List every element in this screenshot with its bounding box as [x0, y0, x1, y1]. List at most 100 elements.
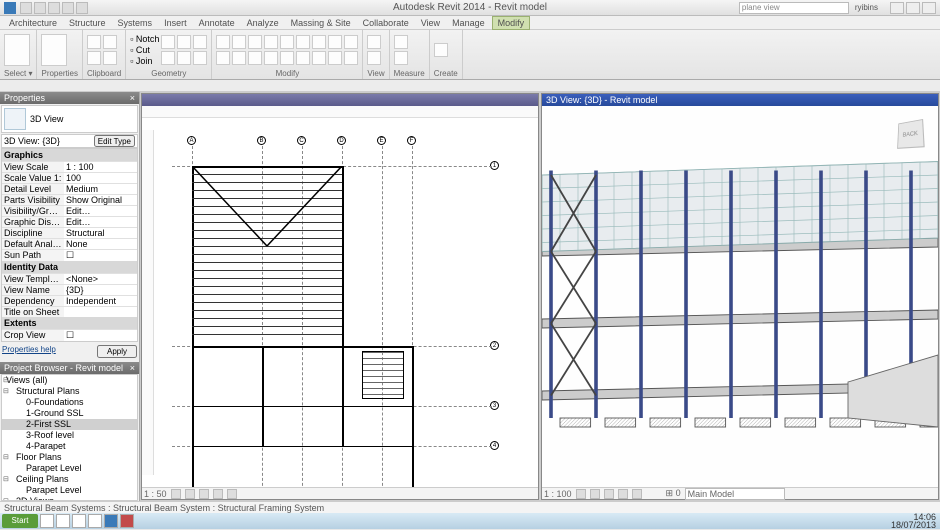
shadows-icon[interactable] [213, 489, 223, 499]
ribbon-button[interactable] [161, 35, 175, 49]
ribbon-tab-analyze[interactable]: Analyze [242, 17, 284, 29]
ribbon-tab-insert[interactable]: Insert [159, 17, 192, 29]
taskbar-app-icon[interactable] [72, 514, 86, 528]
ribbon-button[interactable] [367, 51, 381, 65]
view-cube[interactable]: BACK [888, 112, 932, 156]
prop-row[interactable]: View Name{3D} [2, 284, 137, 295]
detail-level-icon[interactable] [171, 489, 181, 499]
ribbon-tab-collaborate[interactable]: Collaborate [358, 17, 414, 29]
ribbon-button[interactable] [264, 51, 278, 65]
3d-canvas[interactable]: BACK [542, 106, 938, 487]
ribbon-button[interactable] [87, 35, 101, 49]
3d-scale[interactable]: 1 : 100 [544, 489, 572, 499]
ribbon-button[interactable] [328, 35, 342, 49]
prop-row[interactable]: Default Analysis Displa…None [2, 238, 137, 249]
tree-node[interactable]: Floor Plans [2, 452, 137, 463]
ribbon-button[interactable] [280, 35, 294, 49]
prop-row[interactable]: Visibility/Graphics Over…Edit… [2, 205, 137, 216]
ribbon-tab-modify[interactable]: Modify [492, 16, 531, 30]
tree-node[interactable]: 4-Parapet [2, 441, 137, 452]
browser-close-icon[interactable]: × [130, 363, 135, 373]
worksets-icon[interactable]: ⊞ 0 [666, 488, 681, 499]
prop-section[interactable]: Identity Data [2, 261, 137, 273]
close-icon[interactable] [922, 2, 936, 14]
ribbon-button[interactable] [394, 35, 408, 49]
taskbar-app-icon[interactable] [40, 514, 54, 528]
plan-view-control-bar[interactable]: 1 : 50 [142, 487, 538, 499]
ribbon-button[interactable] [216, 51, 230, 65]
properties-header[interactable]: Properties × [0, 92, 139, 104]
prop-row[interactable]: Detail LevelMedium [2, 183, 137, 194]
tree-node[interactable]: Views (all) [2, 375, 137, 386]
visual-style-icon[interactable] [590, 489, 600, 499]
ribbon-button[interactable] [434, 43, 448, 57]
3d-view-control-bar[interactable]: 1 : 100 ⊞ 0 Main Model [542, 487, 938, 499]
ribbon-button[interactable] [296, 51, 310, 65]
taskbar-app-icon[interactable] [56, 514, 70, 528]
plan-scale[interactable]: 1 : 50 [144, 489, 167, 499]
ribbon-button-join[interactable]: ▫ Join [130, 56, 159, 66]
crop-icon[interactable] [227, 489, 237, 499]
ribbon-button[interactable] [103, 35, 117, 49]
sun-path-icon[interactable] [199, 489, 209, 499]
prop-section[interactable]: Graphics [2, 149, 137, 161]
tree-node[interactable]: 2-First SSL [2, 419, 137, 430]
ribbon-button[interactable] [193, 35, 207, 49]
app-logo-icon[interactable] [4, 2, 16, 14]
taskbar-app-icon[interactable] [120, 514, 134, 528]
prop-row[interactable]: View Scale1 : 100 [2, 161, 137, 172]
tree-node[interactable]: Parapet Level [2, 463, 137, 474]
ribbon-button[interactable] [394, 51, 408, 65]
prop-row[interactable]: View Template<None> [2, 273, 137, 284]
edit-type-button[interactable]: Edit Type [94, 135, 135, 147]
qat-undo-icon[interactable] [48, 2, 60, 14]
ribbon-button[interactable] [312, 51, 326, 65]
ribbon-button-notch[interactable]: ▫ Notch [130, 34, 159, 44]
ribbon-button[interactable] [344, 35, 358, 49]
view-cube-face[interactable]: BACK [897, 119, 925, 149]
ribbon-tab-systems[interactable]: Systems [113, 17, 158, 29]
qat-open-icon[interactable] [20, 2, 32, 14]
user-name-label[interactable]: ryibins [849, 3, 884, 12]
prop-row[interactable]: Title on Sheet [2, 306, 137, 317]
ribbon-button[interactable] [296, 35, 310, 49]
plan-viewport-title[interactable] [142, 94, 538, 106]
minimize-icon[interactable] [890, 2, 904, 14]
prop-row[interactable]: Sun Path☐ [2, 249, 137, 261]
ribbon-button[interactable] [248, 51, 262, 65]
ribbon-button[interactable] [344, 51, 358, 65]
3d-viewport[interactable]: 3D View: {3D} - Revit model BACK 1 : 100… [541, 93, 939, 500]
ribbon-button[interactable] [41, 34, 67, 66]
ribbon-button[interactable] [232, 35, 246, 49]
ribbon-tab-structure[interactable]: Structure [64, 17, 111, 29]
help-search-input[interactable]: plane view [739, 2, 849, 14]
apply-button[interactable]: Apply [97, 345, 137, 358]
ribbon-button[interactable] [216, 35, 230, 49]
ribbon-button[interactable] [367, 35, 381, 49]
tree-node[interactable]: 3-Roof level [2, 430, 137, 441]
shadows-icon[interactable] [618, 489, 628, 499]
ribbon-button[interactable] [4, 34, 30, 66]
ribbon-button[interactable] [177, 51, 191, 65]
plan-viewport[interactable]: ABCDEF12345 1 : 50 [141, 93, 539, 500]
ribbon-button[interactable] [264, 35, 278, 49]
plan-canvas[interactable]: ABCDEF12345 [142, 118, 538, 487]
ribbon-button[interactable] [232, 51, 246, 65]
ribbon-button[interactable] [193, 51, 207, 65]
ribbon-tab-architecture[interactable]: Architecture [4, 17, 62, 29]
tree-node[interactable]: Structural Plans [2, 386, 137, 397]
tree-node[interactable]: 0-Foundations [2, 397, 137, 408]
qat-redo-icon[interactable] [62, 2, 74, 14]
prop-row[interactable]: Parts VisibilityShow Original [2, 194, 137, 205]
ribbon-tab-annotate[interactable]: Annotate [194, 17, 240, 29]
start-button[interactable]: Start [2, 514, 38, 528]
instance-filter[interactable]: 3D View: {3D} Edit Type [1, 134, 138, 148]
properties-close-icon[interactable]: × [130, 93, 135, 103]
tree-node[interactable]: Parapet Level [2, 485, 137, 496]
taskbar-app-icon[interactable] [104, 514, 118, 528]
prop-row[interactable]: Scale Value 1:100 [2, 172, 137, 183]
prop-section[interactable]: Extents [2, 317, 137, 329]
ribbon-tab-view[interactable]: View [416, 17, 445, 29]
prop-row[interactable]: DependencyIndependent [2, 295, 137, 306]
visual-style-icon[interactable] [185, 489, 195, 499]
